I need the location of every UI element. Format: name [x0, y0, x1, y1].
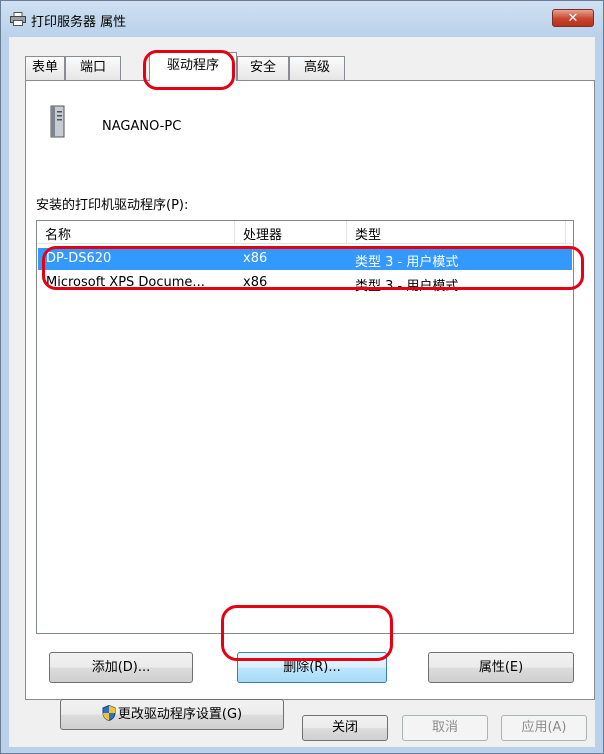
- column-divider[interactable]: [346, 221, 347, 243]
- close-window-button[interactable]: ✕: [552, 9, 594, 27]
- column-header-name[interactable]: 名称: [45, 224, 71, 243]
- driver-row-dp-ds620[interactable]: DP-DS620 x86 类型 3 - 用户模式: [38, 248, 572, 270]
- change-driver-settings-label: 更改驱动程序设置(G): [117, 707, 243, 722]
- title-bar[interactable]: 打印服务器 属性 ✕: [1, 1, 603, 37]
- tab-drivers[interactable]: 驱动程序: [149, 52, 237, 81]
- tab-security[interactable]: 安全: [237, 56, 289, 80]
- column-header-processor[interactable]: 处理器: [243, 224, 282, 243]
- installed-drivers-label: 安装的打印机驱动程序(P):: [36, 198, 189, 213]
- driver-name-cell: DP-DS620: [46, 251, 112, 266]
- tab-ports[interactable]: 端口: [65, 56, 121, 80]
- dialog-window: 打印服务器 属性 ✕ 表单 端口 驱动程序 安全 高级 NAGANO-PC 安装…: [0, 0, 604, 754]
- tab-forms[interactable]: 表单: [25, 56, 65, 80]
- driver-type-cell: 类型 3 - 用户模式: [355, 279, 459, 294]
- apply-button[interactable]: 应用(A): [501, 715, 587, 741]
- drivers-list[interactable]: 名称 处理器 类型 DP-DS620 x86 类型 3 - 用户模式 Micro…: [36, 220, 574, 634]
- driver-processor-cell: x86: [243, 275, 268, 290]
- uac-shield-icon: [102, 705, 116, 721]
- drivers-tab-panel: NAGANO-PC 安装的打印机驱动程序(P): 名称 处理器 类型 DP-DS…: [25, 80, 595, 730]
- printer-icon: [10, 12, 26, 26]
- close-button[interactable]: 关闭: [302, 715, 388, 741]
- column-divider[interactable]: [565, 221, 566, 243]
- list-header: 名称 处理器 类型: [37, 221, 573, 244]
- dialog-client-area: 表单 端口 驱动程序 安全 高级 NAGANO-PC 安装的打印机驱动程序(P)…: [9, 37, 595, 747]
- remove-driver-button[interactable]: 删除(R)...: [237, 652, 387, 683]
- cancel-button[interactable]: 取消: [402, 715, 488, 741]
- column-header-type[interactable]: 类型: [355, 224, 381, 243]
- add-driver-button[interactable]: 添加(D)...: [49, 652, 193, 683]
- driver-row-microsoft-xps[interactable]: Microsoft XPS Docume... x86 类型 3 - 用户模式: [38, 272, 572, 294]
- window-title: 打印服务器 属性: [31, 15, 127, 30]
- column-divider[interactable]: [234, 221, 235, 243]
- driver-processor-cell: x86: [243, 251, 268, 266]
- server-icon: [50, 105, 65, 138]
- change-driver-settings-button[interactable]: 更改驱动程序设置(G): [60, 699, 284, 730]
- driver-properties-button[interactable]: 属性(E): [428, 652, 574, 683]
- tab-advanced[interactable]: 高级: [289, 56, 345, 80]
- driver-type-cell: 类型 3 - 用户模式: [355, 255, 459, 270]
- driver-name-cell: Microsoft XPS Docume...: [46, 275, 205, 290]
- server-name: NAGANO-PC: [102, 119, 182, 134]
